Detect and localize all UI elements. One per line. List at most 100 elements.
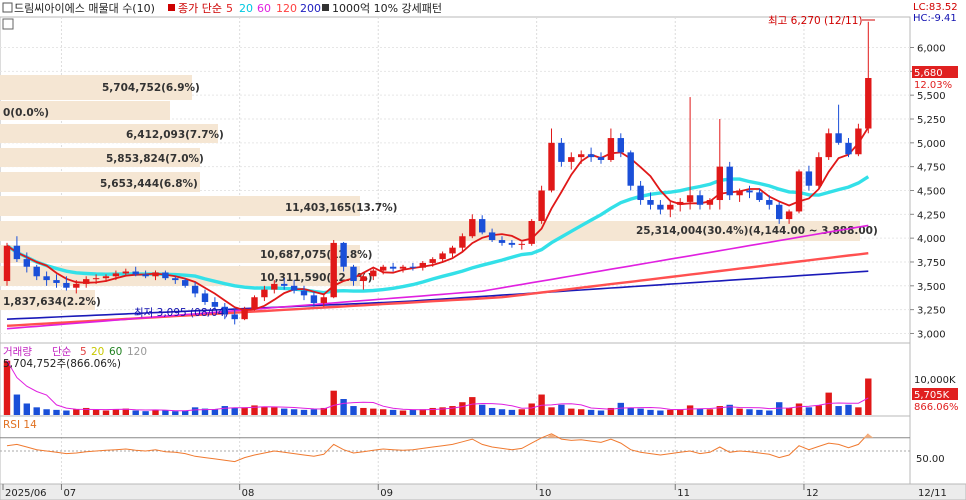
volume-bar — [221, 406, 228, 415]
candle-body — [13, 245, 21, 260]
candle-body — [865, 78, 872, 129]
volume-bar — [399, 410, 407, 415]
volume-bar — [865, 378, 872, 415]
candle-body — [162, 272, 169, 279]
volume-bar — [13, 394, 21, 415]
x-tick-label: 11 — [677, 488, 690, 499]
candle-body — [845, 142, 852, 155]
candle-body — [132, 271, 139, 275]
x-tick-label: 08 — [242, 488, 255, 499]
ma-period-60: 60 — [257, 2, 271, 15]
candle-body — [399, 266, 407, 269]
volume-bar — [261, 406, 268, 415]
candle-body — [776, 204, 783, 220]
candle-body — [696, 195, 704, 205]
current-change-tag: 12.03% — [914, 80, 952, 91]
volume-bar — [518, 409, 525, 415]
volume-bar — [855, 407, 862, 415]
volume-bar — [231, 407, 238, 415]
candle-body — [459, 236, 466, 248]
price-tick-label: 4,250 — [917, 210, 946, 221]
volume-bar — [488, 407, 496, 415]
x-tick-label: 2025/06 — [5, 488, 47, 499]
x-axis-bar — [0, 483, 966, 500]
volume-bar — [23, 403, 30, 415]
settings-icon[interactable] — [2, 2, 13, 13]
candle-body — [310, 295, 318, 303]
x-tick-label: 12 — [806, 488, 819, 499]
candle-body — [389, 266, 397, 269]
volume-bar — [627, 407, 634, 415]
rsi-y-tick: 50.00 — [916, 454, 945, 465]
candle-body — [112, 273, 120, 277]
candle-body — [578, 154, 585, 158]
volume-bar — [142, 411, 149, 415]
candle-body — [281, 283, 288, 286]
volume-current-tag: 5,705K — [914, 390, 950, 401]
candle-body — [657, 204, 664, 210]
candle-body — [587, 154, 595, 158]
price-tick-label: 6,000 — [917, 44, 946, 55]
volume-bar — [686, 405, 694, 415]
volume-bar — [766, 410, 773, 415]
candle-body — [53, 280, 60, 283]
volume-bar — [350, 406, 357, 415]
volume-bar — [736, 408, 743, 415]
candle-body — [419, 262, 426, 268]
stock-name: 드림씨아이에스 매물대 수(10) — [14, 2, 155, 15]
candle-body — [469, 219, 476, 237]
candle-body — [152, 272, 159, 277]
candle-body — [479, 219, 486, 233]
price-tick-label: 4,750 — [917, 163, 946, 174]
volume-profile-label: 0(0.0%) — [3, 107, 49, 119]
volume-bar — [756, 409, 763, 415]
grid-toggle-icon[interactable] — [2, 18, 14, 30]
ma-period-5: 5 — [226, 2, 233, 15]
volume-bar — [330, 390, 337, 415]
volume-y-tick: 10,000K — [914, 375, 956, 386]
volume-bar — [380, 409, 387, 415]
candle-body — [706, 200, 714, 205]
volume-bar — [835, 406, 842, 415]
candle-body — [607, 138, 615, 160]
candle-body — [122, 271, 129, 274]
volume-profile-label: 5,853,824(7.0%) — [106, 153, 204, 165]
volume-bar — [370, 408, 377, 415]
volume-profile-label: 5,653,444(6.8%) — [100, 178, 198, 190]
volume-bar — [290, 409, 298, 415]
candle-body — [746, 190, 753, 193]
volume-bar — [63, 410, 70, 415]
volume-bar — [33, 407, 40, 415]
candle-body — [756, 192, 763, 201]
volume-profile-label: 11,403,165(13.7%) — [285, 202, 397, 214]
high-annotation: 최고 6,270 (12/11) — [768, 15, 863, 27]
volume-bar — [696, 408, 704, 415]
volume-bar — [43, 409, 50, 415]
volume-bar — [617, 402, 624, 415]
stock-chart[interactable]: 5,704,752(6.9%) 0(0.0%) 6,412,093(7.7%) 5,8… — [0, 0, 966, 500]
volume-bar — [746, 409, 753, 415]
volume-profile-label: 10,687,075(12.8%) — [260, 249, 372, 261]
volume-bar — [597, 410, 605, 415]
volume-bar — [479, 404, 486, 415]
ma-legend-icon — [168, 4, 175, 11]
volume-bar — [92, 409, 100, 415]
candle-body — [102, 276, 110, 279]
candle-body — [23, 259, 30, 267]
candle-body — [300, 290, 308, 296]
candle-body — [558, 142, 565, 162]
candle-body — [815, 157, 822, 186]
price-tick-label: 3,000 — [917, 329, 946, 340]
volume-title: 거래량 — [3, 346, 32, 358]
volume-bar — [191, 407, 199, 415]
volume-bar — [548, 407, 555, 415]
candle-body — [271, 283, 278, 290]
candle-body — [261, 289, 268, 298]
candle-body — [73, 283, 80, 288]
candle-body — [518, 243, 525, 245]
volume-bar — [647, 409, 654, 415]
volume-bar — [667, 409, 674, 415]
price-tick-label: 4,500 — [917, 186, 946, 197]
x-tick-label: 12/11 — [918, 488, 947, 499]
ma-period-120: 120 — [276, 2, 297, 15]
